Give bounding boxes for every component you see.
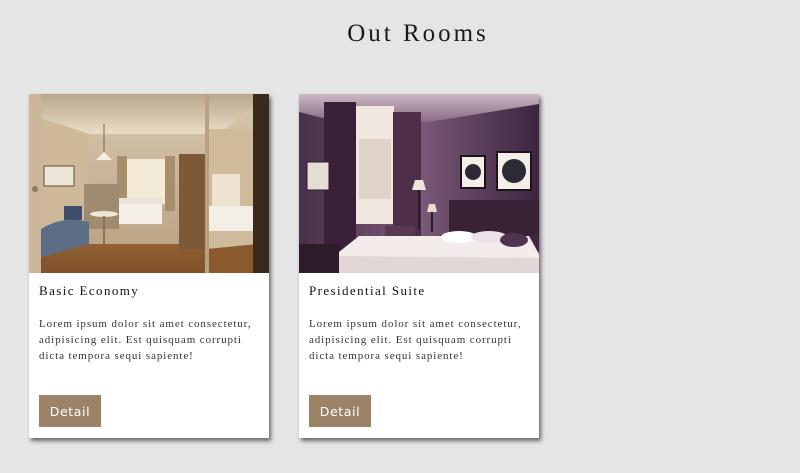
room-name: Basic Economy <box>39 283 140 298</box>
room-photo-basic-economy <box>29 94 269 273</box>
room-photo-presidential-suite <box>299 94 539 273</box>
room-card-presidential-suite: Presidential Suite Lorem ipsum dolor sit… <box>299 94 539 438</box>
room-name: Presidential Suite <box>309 283 426 298</box>
detail-button-basic-economy[interactable]: Detail <box>39 395 101 427</box>
detail-button-presidential-suite[interactable]: Detail <box>309 395 371 427</box>
room-card-basic-economy: Basic Economy Lorem ipsum dolor sit amet… <box>29 94 269 438</box>
room-description: Lorem ipsum dolor sit amet consectetur, … <box>309 318 522 362</box>
room-description: Lorem ipsum dolor sit amet consectetur, … <box>39 318 252 362</box>
page-title: Out Rooms <box>347 20 489 47</box>
